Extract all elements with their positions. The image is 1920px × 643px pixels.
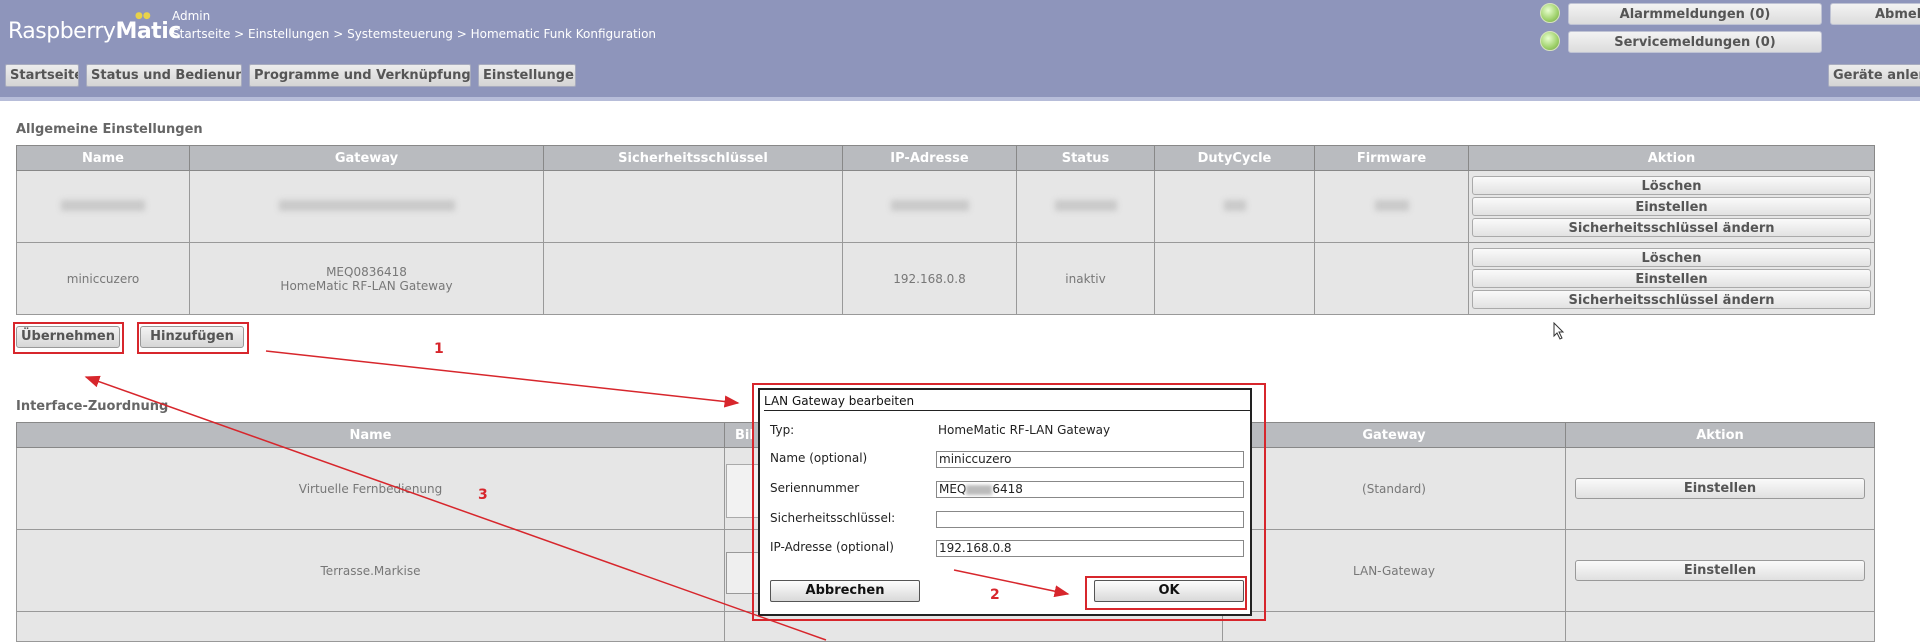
header-bar: RaspberryMatic ●● Admin Startseite > Ein… [0,0,1920,101]
serial-label: Seriennummer [770,481,860,495]
col-action: Aktion [1468,145,1875,171]
user-name: Admin [172,9,211,23]
nav-programs-button[interactable]: Programme und Verknüpfungen [249,64,471,87]
blurred-cell [189,170,544,243]
general-settings-title: Allgemeine Einstellungen [16,122,203,137]
blurred-cell [1314,170,1469,243]
blurred-cell [842,170,1017,243]
service-messages-button[interactable]: Servicemeldungen (0) [1568,31,1822,53]
gateway-serial-type: MEQ0836418 HomeMatic RF-LAN Gateway [189,242,544,315]
col-status: Status [1016,145,1155,171]
blurred-cell [543,170,843,243]
table-row: miniccuzero MEQ0836418 HomeMatic RF-LAN … [16,242,1875,315]
gateway-status: inaktiv [1016,242,1155,315]
annotation-step-3: 3 [478,487,488,503]
gateway-name: miniccuzero [16,242,190,315]
col-gateway: Gateway [189,145,544,171]
gateway-type: HomeMatic RF-LAN Gateway [280,278,453,293]
action-cell: Einstellen [1565,529,1875,612]
highlight-ok [1085,576,1247,610]
cancel-button[interactable]: Abbrechen [770,580,920,602]
service-status-led-icon [1540,31,1560,51]
change-key-button[interactable]: Sicherheitsschlüssel ändern [1472,290,1871,309]
blurred-cell [1154,170,1315,243]
col-ip-address: IP-Adresse [842,145,1017,171]
nav-settings-button[interactable]: Einstellungen [478,64,576,87]
ip-input[interactable]: 192.168.0.8 [936,540,1244,557]
settings-button[interactable]: Einstellen [1472,197,1871,216]
nav-home-button[interactable]: Startseite [5,64,79,87]
breadcrumb: Startseite > Einstellungen > Systemsteue… [172,27,657,41]
name-label: Name (optional) [770,451,868,465]
highlight-apply [13,322,124,354]
nav-status-button[interactable]: Status und Bedienung [86,64,242,87]
dialog-title: LAN Gateway bearbeiten [764,392,1250,411]
pair-devices-button[interactable]: Geräte anlernen [1828,64,1920,87]
blurred-cell [16,170,190,243]
settings-button[interactable]: Einstellen [1575,478,1865,499]
action-cell: Einstellen [1565,447,1875,530]
ip-label: IP-Adresse (optional) [770,540,894,554]
arrow-1 [265,350,740,408]
alarm-messages-button[interactable]: Alarmmeldungen (0) [1568,3,1822,25]
logo-berry-icon: ●● [135,11,151,21]
settings-button[interactable]: Einstellen [1575,560,1865,581]
col-firmware: Firmware [1314,145,1469,171]
alarm-status-led-icon [1540,3,1560,23]
gateway-dutycycle [1154,242,1315,315]
col-name: Name [16,422,725,448]
col-action: Aktion [1565,422,1875,448]
col-gateway: Gateway [1222,422,1566,448]
gateway-key [543,242,843,315]
gateway-firmware [1314,242,1469,315]
device-name: Terrasse.Markise [16,529,725,612]
type-label: Typ: [770,423,795,437]
col-security-key: Sicherheitsschlüssel [543,145,843,171]
device-gateway: (Standard) [1222,447,1566,530]
logout-button[interactable]: Abmelden [1830,3,1920,25]
interface-assignment-title: Interface-Zuordnung [16,399,169,414]
col-name: Name [16,145,190,171]
highlight-add [137,322,249,354]
logo: RaspberryMatic [8,19,181,44]
key-input[interactable] [936,511,1244,528]
serial-input[interactable]: MEQ 6418 [936,481,1244,498]
gateway-ip: 192.168.0.8 [842,242,1017,315]
settings-button[interactable]: Einstellen [1472,269,1871,288]
device-gateway: LAN-Gateway [1222,529,1566,612]
type-value: HomeMatic RF-LAN Gateway [938,423,1111,437]
gateway-table-header: Name Gateway Sicherheitsschlüssel IP-Adr… [16,145,1875,171]
action-cell: Löschen Einstellen Sicherheitsschlüssel … [1468,170,1875,243]
delete-button[interactable]: Löschen [1472,176,1871,195]
action-cell: Löschen Einstellen Sicherheitsschlüssel … [1468,242,1875,315]
gateway-table: Name Gateway Sicherheitsschlüssel IP-Adr… [16,145,1875,315]
delete-button[interactable]: Löschen [1472,248,1871,267]
name-input[interactable]: miniccuzero [936,451,1244,468]
table-row: Löschen Einstellen Sicherheitsschlüssel … [16,170,1875,243]
blurred-cell [1016,170,1155,243]
col-dutycycle: DutyCycle [1154,145,1315,171]
device-name: Virtuelle Fernbedienung [16,447,725,530]
key-label: Sicherheitsschlüssel: [770,511,896,525]
annotation-step-1: 1 [434,341,444,357]
change-key-button[interactable]: Sicherheitsschlüssel ändern [1472,218,1871,237]
annotation-step-2: 2 [990,587,1000,603]
mouse-cursor-icon [1553,322,1565,340]
gateway-serial: MEQ0836418 [326,264,407,279]
